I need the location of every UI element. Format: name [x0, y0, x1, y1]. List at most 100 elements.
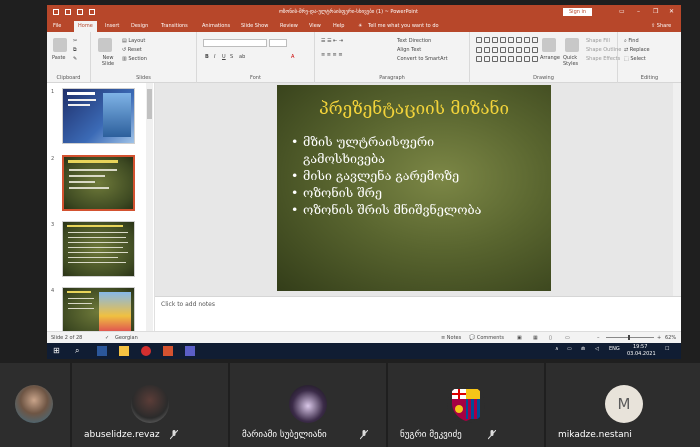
minimize-icon[interactable]: –	[637, 8, 640, 15]
text-direction-button[interactable]: Text Direction	[397, 38, 431, 44]
thumbnails-scrollbar[interactable]	[146, 83, 153, 338]
sign-in-button[interactable]: Sign in	[563, 8, 593, 16]
font-color-button[interactable]: A	[291, 54, 294, 60]
thumbnail-line	[68, 262, 126, 263]
tab-help[interactable]: Help	[333, 23, 344, 29]
paste-icon[interactable]	[53, 38, 67, 52]
font-name-field[interactable]	[203, 39, 267, 47]
close-icon[interactable]: ✕	[669, 8, 674, 15]
format-painter-icon[interactable]: ✎	[73, 56, 77, 62]
shapes-gallery[interactable]	[476, 37, 538, 65]
zoom-out-icon[interactable]: –	[597, 335, 600, 341]
comments-toggle[interactable]: 💬 Comments	[469, 335, 504, 341]
zoom-slider[interactable]	[606, 335, 654, 340]
quick-styles-icon[interactable]	[565, 38, 579, 52]
tab-file[interactable]: File	[53, 23, 61, 29]
status-bar: Slide 2 of 28 ✓ Georgian ≡ Notes 💬 Comme…	[47, 331, 681, 343]
language-indicator[interactable]: Georgian	[115, 335, 138, 341]
font-size-field[interactable]	[269, 39, 287, 47]
keyboard-language[interactable]: ENG	[609, 346, 620, 352]
normal-view-icon[interactable]: ▣	[517, 335, 522, 341]
slideshow-view-icon[interactable]: ▭	[565, 335, 570, 341]
save-icon[interactable]	[53, 9, 59, 15]
strikethrough-button[interactable]: ab	[239, 54, 245, 60]
new-slide-icon[interactable]	[98, 38, 112, 52]
notifications-icon[interactable]: ☐	[665, 346, 669, 352]
new-slide-button[interactable]: New Slide	[97, 55, 119, 67]
slide-sorter-icon[interactable]: ▦	[533, 335, 538, 341]
paste-button[interactable]: Paste	[52, 55, 66, 61]
replace-button[interactable]: ⇄ Replace	[624, 47, 650, 53]
file-explorer-icon[interactable]	[119, 346, 129, 356]
restore-icon[interactable]: ❐	[653, 8, 658, 15]
tab-home[interactable]: Home	[74, 21, 97, 32]
undo-icon[interactable]	[65, 9, 71, 15]
slide-thumbnail-2[interactable]	[62, 155, 135, 211]
tab-slide-show[interactable]: Slide Show	[241, 23, 268, 29]
tab-transitions[interactable]: Transitions	[161, 23, 188, 29]
quick-styles-button[interactable]: Quick Styles	[563, 55, 583, 67]
notes-pane[interactable]: Click to add notes	[155, 296, 681, 331]
clock-date[interactable]: 03.04.2021	[627, 351, 656, 357]
align-text-button[interactable]: Align Text	[397, 47, 421, 53]
section-button[interactable]: ▥ Section	[122, 56, 147, 62]
reading-view-icon[interactable]: ▯	[549, 335, 552, 341]
powerpoint-taskbar-icon[interactable]	[163, 346, 173, 356]
tell-me-search[interactable]: Tell me what you want to do	[368, 23, 439, 29]
participant-tile[interactable]: ნუგრი მეკვიძე	[388, 363, 544, 447]
italic-button[interactable]: I	[214, 54, 215, 60]
share-button[interactable]: ⇪ Share	[651, 23, 671, 29]
shape-effects-button[interactable]: Shape Effects	[586, 56, 620, 62]
select-button[interactable]: ⬚ Select	[624, 56, 646, 62]
task-view-icon[interactable]	[97, 346, 107, 356]
windows-start-icon[interactable]: ⊞	[53, 346, 63, 356]
network-icon[interactable]: ⋒	[581, 346, 585, 352]
layout-button[interactable]: ▤ Layout	[122, 38, 145, 44]
clock-time[interactable]: 19:57	[633, 344, 647, 350]
participant-tile-self[interactable]	[0, 363, 70, 447]
slide-title[interactable]: პრეზენტაციის მიზანი	[277, 99, 551, 119]
convert-smartart-button[interactable]: Convert to SmartArt	[397, 56, 448, 62]
ribbon-display-icon[interactable]: ▭	[619, 8, 625, 15]
slide-counter: Slide 2 of 28	[51, 335, 83, 341]
tab-view[interactable]: View	[309, 23, 321, 29]
find-button[interactable]: ⌕ Find	[624, 38, 639, 44]
slide-thumbnail-3[interactable]	[62, 221, 135, 277]
slide-thumbnail-4[interactable]	[62, 287, 135, 337]
participant-tile[interactable]: მარიამი სუბელიანი	[230, 363, 386, 447]
align-icon[interactable]: ≡ ≡ ≡ ≡	[321, 52, 343, 58]
participant-tile[interactable]: abuselidze.revaz	[72, 363, 228, 447]
teams-taskbar-icon[interactable]	[185, 346, 195, 356]
participant-tile[interactable]: M mikadze.nestani	[546, 363, 700, 447]
arrange-button[interactable]: Arrange	[540, 55, 560, 61]
shape-fill-button[interactable]: Shape Fill	[586, 38, 610, 44]
opera-icon[interactable]	[141, 346, 151, 356]
slide-thumbnail-1[interactable]	[62, 88, 135, 144]
shape-outline-button[interactable]: Shape Outline	[586, 47, 621, 53]
current-slide[interactable]: პრეზენტაციის მიზანი მზის ულტრაისფერი გამ…	[277, 85, 551, 291]
proofing-icon[interactable]: ✓	[105, 335, 109, 341]
cut-icon[interactable]: ✂	[73, 38, 77, 44]
bullets-icon[interactable]: ☰ ☰ ⇤ ⇥	[321, 38, 343, 44]
arrange-icon[interactable]	[542, 38, 556, 52]
tab-design[interactable]: Design	[131, 23, 148, 29]
bold-button[interactable]: B	[205, 54, 209, 60]
zoom-level[interactable]: 62%	[665, 335, 676, 341]
volume-icon[interactable]: ◁	[595, 346, 599, 352]
slide-scrollbar[interactable]	[673, 83, 681, 313]
shadow-button[interactable]: S	[230, 54, 233, 60]
reset-button[interactable]: ↺ Reset	[122, 47, 142, 53]
underline-button[interactable]: U	[222, 54, 226, 60]
notes-toggle[interactable]: ≡ Notes	[441, 335, 461, 341]
tab-review[interactable]: Review	[280, 23, 298, 29]
copy-icon[interactable]: ⧉	[73, 47, 77, 53]
tab-animations[interactable]: Animations	[202, 23, 230, 29]
zoom-in-icon[interactable]: +	[657, 335, 661, 341]
present-icon[interactable]	[89, 9, 95, 15]
redo-icon[interactable]	[77, 9, 83, 15]
tray-chevron-icon[interactable]: ∧	[555, 346, 559, 352]
search-icon[interactable]: ⌕	[75, 346, 85, 356]
tab-insert[interactable]: Insert	[105, 23, 119, 29]
scrollbar-thumb[interactable]	[147, 89, 152, 119]
slide-bullet-list[interactable]: მზის ულტრაისფერი გამოსხივება მისი გავლენ…	[291, 133, 481, 218]
